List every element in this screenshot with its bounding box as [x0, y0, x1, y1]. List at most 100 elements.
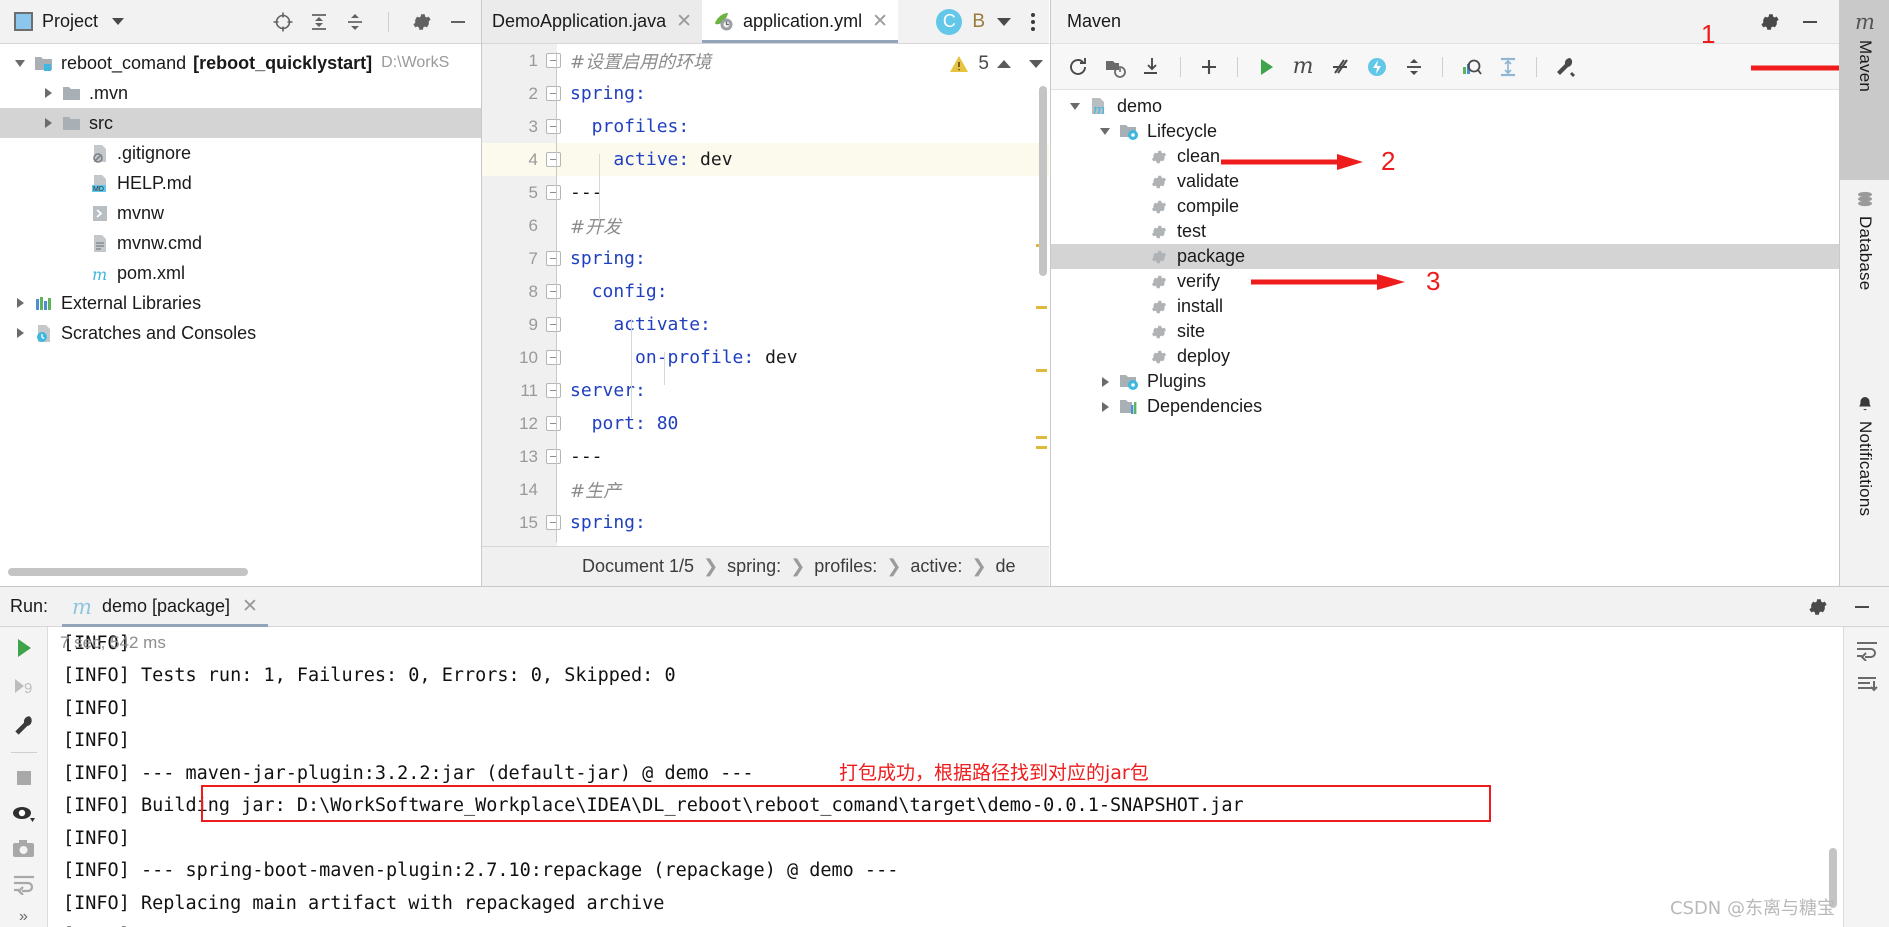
- fold-toggle-icon[interactable]: [546, 53, 561, 68]
- console-output[interactable]: [INFO][INFO] Tests run: 1, Failures: 0, …: [49, 627, 1843, 927]
- run-tab-demo-package[interactable]: m demo [package] ✕: [62, 587, 268, 627]
- project-tree-item[interactable]: mpom.xml: [0, 258, 481, 288]
- maven-tree-item[interactable]: verify: [1051, 269, 1839, 294]
- fold-toggle-icon[interactable]: [546, 119, 561, 134]
- breadcrumb-item[interactable]: profiles:: [814, 556, 877, 577]
- maven-settings-icon[interactable]: [1548, 50, 1582, 84]
- code-line[interactable]: 7spring:: [482, 242, 1049, 275]
- rerun-failed-icon[interactable]: 9: [11, 674, 37, 700]
- fold-toggle-icon[interactable]: [546, 416, 561, 431]
- chevron-down-icon[interactable]: [112, 18, 124, 25]
- maven-tree-item[interactable]: package: [1051, 244, 1839, 269]
- fold-toggle-icon[interactable]: [546, 350, 561, 365]
- chevron-right-icon[interactable]: [10, 323, 30, 343]
- code-editor[interactable]: 1#设置启用的环境2spring:3 profiles:4 active: de…: [482, 44, 1049, 550]
- maven-tree-item[interactable]: deploy: [1051, 344, 1839, 369]
- eye-filter-icon[interactable]: [11, 803, 37, 825]
- code-line[interactable]: 10 on-profile: dev: [482, 341, 1049, 374]
- project-tree-item[interactable]: External Libraries: [0, 288, 481, 318]
- gear-icon[interactable]: [411, 11, 433, 33]
- next-problem-icon[interactable]: [1029, 60, 1043, 68]
- gear-icon[interactable]: [1759, 11, 1781, 33]
- code-lines[interactable]: 1#设置启用的环境2spring:3 profiles:4 active: de…: [482, 44, 1049, 539]
- breadcrumb-item[interactable]: spring:: [727, 556, 781, 577]
- toggle-offline-icon[interactable]: [1360, 50, 1394, 84]
- fold-gutter[interactable]: [538, 383, 568, 398]
- code-line[interactable]: 6#开发: [482, 209, 1049, 242]
- expand-collapse-icon[interactable]: [344, 11, 366, 33]
- expand-icon[interactable]: [1491, 50, 1525, 84]
- chevron-down-icon[interactable]: [997, 18, 1011, 26]
- rerun-icon[interactable]: [11, 635, 37, 661]
- fold-gutter[interactable]: [538, 416, 568, 431]
- minimize-icon[interactable]: [1799, 11, 1821, 33]
- fold-toggle-icon[interactable]: [546, 317, 561, 332]
- wrap-text-icon[interactable]: [1854, 639, 1880, 661]
- project-file-tree[interactable]: reboot_comand[reboot_quicklystart]D:\Wor…: [0, 44, 481, 348]
- fold-gutter[interactable]: [538, 152, 568, 167]
- project-tree-item[interactable]: src: [0, 108, 481, 138]
- maven-goals-tree[interactable]: mdemoLifecyclecleanvalidatecompiletestpa…: [1051, 90, 1839, 419]
- fold-gutter[interactable]: [538, 350, 568, 365]
- project-tree-item[interactable]: mvnw.cmd: [0, 228, 481, 258]
- fold-gutter[interactable]: [538, 119, 568, 134]
- scroll-to-end-icon[interactable]: [1854, 675, 1880, 697]
- minimize-icon[interactable]: [447, 11, 469, 33]
- editor-vertical-scrollbar[interactable]: [1039, 86, 1047, 276]
- show-dependencies-icon[interactable]: [1454, 50, 1488, 84]
- fold-toggle-icon[interactable]: [546, 86, 561, 101]
- stripe-item-notifications[interactable]: Notifications: [1840, 385, 1889, 516]
- fold-toggle-icon[interactable]: [546, 152, 561, 167]
- reload-icon[interactable]: [1061, 50, 1095, 84]
- project-tree-item[interactable]: .gitignore: [0, 138, 481, 168]
- reload-project-icon[interactable]: [1098, 50, 1132, 84]
- chevron-right-icon[interactable]: [38, 113, 58, 133]
- code-line[interactable]: 3 profiles:: [482, 110, 1049, 143]
- skip-tests-icon[interactable]: [1323, 50, 1357, 84]
- maven-tree-item[interactable]: clean: [1051, 144, 1839, 169]
- expand-chevrons-icon[interactable]: »: [19, 908, 28, 926]
- add-icon[interactable]: [1192, 50, 1226, 84]
- fold-gutter[interactable]: [538, 53, 568, 68]
- fold-gutter[interactable]: [538, 284, 568, 299]
- collapse-all-icon[interactable]: [308, 11, 330, 33]
- stripe-item-maven[interactable]: m Maven: [1840, 0, 1889, 180]
- fold-toggle-icon[interactable]: [546, 449, 561, 464]
- chevron-right-icon[interactable]: [1095, 397, 1115, 417]
- code-line[interactable]: 8 config:: [482, 275, 1049, 308]
- maven-tree-item[interactable]: mdemo: [1051, 94, 1839, 119]
- collapse-all-icon[interactable]: [1397, 50, 1431, 84]
- project-tree-item[interactable]: MDHELP.md: [0, 168, 481, 198]
- fold-gutter[interactable]: [538, 251, 568, 266]
- code-line[interactable]: 12 port: 80: [482, 407, 1049, 440]
- download-sources-icon[interactable]: [1135, 50, 1169, 84]
- fold-toggle-icon[interactable]: [546, 284, 561, 299]
- chevron-right-icon[interactable]: [10, 293, 30, 313]
- code-line[interactable]: 13---: [482, 440, 1049, 473]
- camera-snapshot-icon[interactable]: [11, 838, 37, 860]
- fold-gutter[interactable]: [538, 449, 568, 464]
- stop-icon[interactable]: [12, 766, 36, 790]
- code-line[interactable]: 14#生产: [482, 473, 1049, 506]
- maven-tree-item[interactable]: install: [1051, 294, 1839, 319]
- breadcrumb-item[interactable]: de: [996, 556, 1016, 577]
- fold-toggle-icon[interactable]: [546, 185, 561, 200]
- maven-tree-item[interactable]: Lifecycle: [1051, 119, 1839, 144]
- project-tree-item[interactable]: .mvn: [0, 78, 481, 108]
- maven-tree-item[interactable]: Plugins: [1051, 369, 1839, 394]
- chevron-down-icon[interactable]: [1065, 97, 1085, 117]
- breadcrumb-item[interactable]: active:: [910, 556, 962, 577]
- fold-gutter[interactable]: [538, 317, 568, 332]
- close-icon[interactable]: ✕: [242, 595, 258, 618]
- maven-goal-icon[interactable]: m: [1286, 50, 1320, 84]
- close-icon[interactable]: ✕: [676, 10, 692, 33]
- branch-indicator[interactable]: B: [972, 11, 985, 33]
- close-icon[interactable]: ✕: [872, 10, 888, 33]
- chevron-down-icon[interactable]: [10, 53, 30, 73]
- fold-gutter[interactable]: [538, 86, 568, 101]
- code-line[interactable]: 15spring:: [482, 506, 1049, 539]
- code-line[interactable]: 9 activate:: [482, 308, 1049, 341]
- breadcrumb[interactable]: Document 1/5❯spring:❯profiles:❯active:❯d…: [482, 546, 1049, 586]
- maven-tree-item[interactable]: validate: [1051, 169, 1839, 194]
- inspection-widget[interactable]: 5: [948, 44, 1049, 84]
